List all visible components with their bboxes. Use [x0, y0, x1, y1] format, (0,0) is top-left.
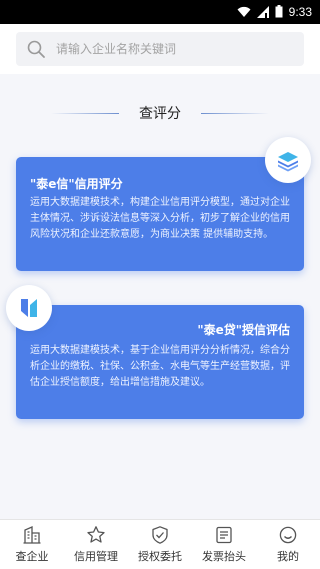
battery-icon: [275, 3, 283, 22]
search-icon: [26, 39, 46, 59]
layers-icon: [265, 137, 311, 183]
tab-label: 信用管理: [74, 550, 118, 563]
status-time: 9:33: [288, 5, 312, 19]
wifi-icon: [237, 3, 251, 22]
tab-label: 授权委托: [138, 550, 182, 563]
tab-label: 发票抬头: [202, 550, 246, 563]
search-box[interactable]: [16, 32, 304, 66]
card-title: "泰e信"信用评分: [30, 177, 123, 191]
shield-check-icon: [152, 526, 168, 544]
divider-left: [51, 112, 119, 114]
tab-credit-management[interactable]: 信用管理: [64, 520, 128, 569]
card-title: "泰e贷"授信评估: [197, 323, 290, 337]
tab-invoice-title[interactable]: 发票抬头: [192, 520, 256, 569]
tab-profile[interactable]: 我的: [256, 520, 320, 569]
status-bar: 9:33: [0, 0, 320, 24]
star-icon: [87, 526, 105, 543]
tab-label: 查企业: [15, 550, 49, 563]
signal-icon: [256, 3, 269, 22]
card-description: 运用大数据建模技术，构建企业信用评分模型，通过对企业主体情况、涉诉设法信息等深入…: [30, 197, 290, 240]
divider-right: [201, 112, 269, 114]
building-icon: [23, 526, 41, 544]
card-description: 运用大数据建模技术，基于企业信用评分分析情况，综合分析企业的缴税、社保、公积金、…: [30, 345, 290, 388]
bottom-tab-bar: 查企业 信用管理 授权委托 发票抬头 我的: [0, 519, 320, 569]
search-input[interactable]: [56, 42, 276, 56]
tab-authorization[interactable]: 授权委托: [128, 520, 192, 569]
top-bar: [0, 24, 320, 74]
credit-score-card[interactable]: "泰e信"信用评分 运用大数据建模技术，构建企业信用评分模型，通过对企业主体情况…: [16, 157, 304, 271]
section-header: 查评分: [0, 100, 320, 126]
transfer-icon: [6, 285, 52, 331]
tab-company-search[interactable]: 查企业: [0, 520, 64, 569]
invoice-icon: [216, 526, 232, 544]
tab-label: 我的: [277, 550, 299, 563]
smile-icon: [279, 526, 297, 544]
credit-assessment-card[interactable]: "泰e贷"授信评估 运用大数据建模技术，基于企业信用评分分析情况，综合分析企业的…: [16, 305, 304, 419]
section-title: 查评分: [139, 106, 181, 122]
